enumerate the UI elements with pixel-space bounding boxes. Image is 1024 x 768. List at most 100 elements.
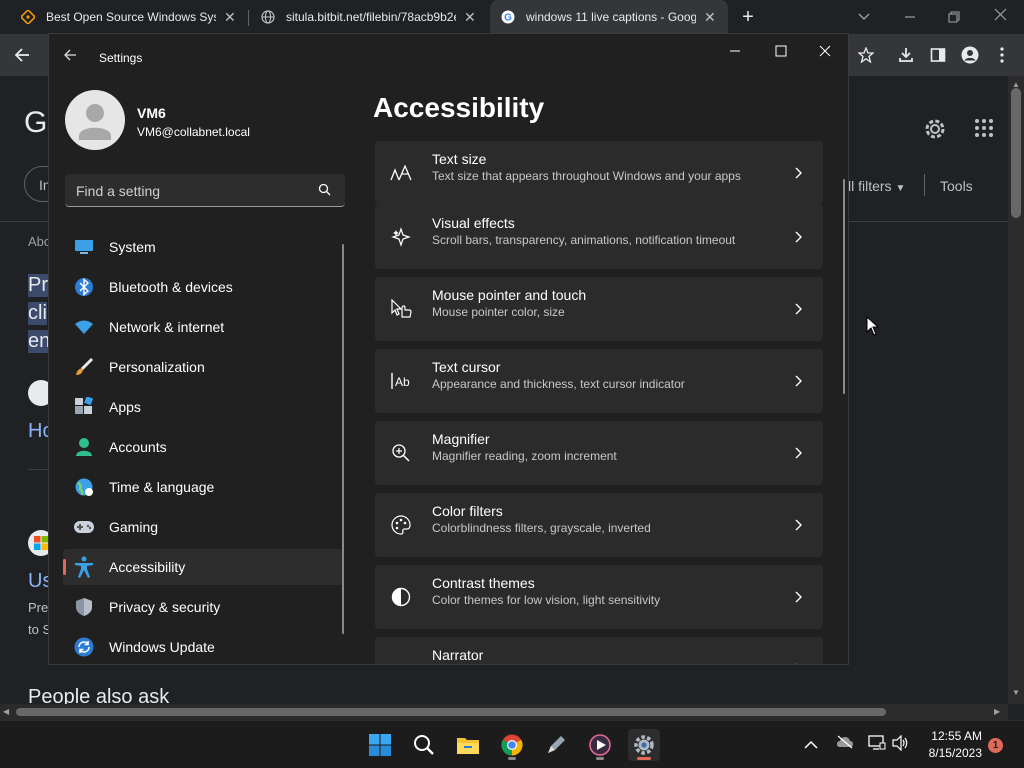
nav-item-time-language[interactable]: Time & language — [63, 469, 343, 505]
chevron-down-icon[interactable] — [850, 3, 878, 31]
tab-close-icon[interactable]: ✕ — [224, 9, 236, 26]
tools-button[interactable]: Tools — [940, 178, 973, 194]
pen-app-button[interactable] — [540, 729, 572, 761]
nav-label: Personalization — [109, 359, 205, 375]
nav-scrollbar[interactable] — [342, 244, 344, 634]
scroll-left-arrow-icon[interactable]: ◀ — [3, 707, 9, 716]
nav-item-gaming[interactable]: Gaming — [63, 509, 343, 545]
scrollbar-thumb[interactable] — [16, 708, 886, 716]
nav-label: Bluetooth & devices — [109, 279, 233, 295]
nav-item-system[interactable]: System — [63, 229, 343, 265]
card-title: Magnifier — [432, 431, 490, 447]
tab-title: windows 11 live captions - Goog — [526, 10, 696, 24]
settings-taskbar-button[interactable] — [628, 729, 660, 761]
setting-card-text-cursor[interactable]: Ab Text cursor Appearance and thickness,… — [375, 349, 823, 413]
text-size-icon — [389, 161, 413, 185]
tab-close-icon[interactable]: ✕ — [704, 9, 716, 26]
notification-badge[interactable]: 1 — [988, 738, 1003, 753]
setting-card-text-size[interactable]: Text size Text size that appears through… — [375, 141, 823, 205]
setting-card-contrast-themes[interactable]: Contrast themes Color themes for low vis… — [375, 565, 823, 629]
shield-icon — [73, 596, 95, 618]
browser-tab-active[interactable]: G windows 11 live captions - Goog ✕ — [490, 0, 728, 34]
search-icon[interactable] — [318, 183, 331, 201]
download-icon[interactable] — [892, 41, 920, 69]
search-taskbar-button[interactable] — [408, 729, 440, 761]
close-icon[interactable] — [986, 0, 1014, 28]
setting-card-visual-effects[interactable]: Visual effects Scroll bars, transparency… — [375, 205, 823, 269]
nav-item-windows-update[interactable]: Windows Update — [63, 629, 343, 664]
page-horizontal-scrollbar[interactable]: ◀ ▶ — [0, 704, 1008, 720]
search-input[interactable]: Find a setting — [65, 174, 345, 207]
side-panel-icon[interactable] — [924, 41, 952, 69]
chevron-up-icon[interactable] — [804, 737, 818, 755]
tab-title: Best Open Source Windows Syste — [46, 10, 216, 24]
user-name: VM6 — [137, 105, 166, 121]
window-title: Settings — [99, 51, 143, 65]
settings-gear-icon[interactable] — [922, 116, 952, 146]
snippet-line: Pre — [28, 600, 49, 615]
scroll-down-arrow-icon[interactable]: ▼ — [1012, 688, 1020, 697]
media-player-button[interactable] — [584, 729, 616, 761]
new-tab-button[interactable]: + — [734, 3, 762, 31]
setting-card-narrator[interactable]: Narrator — [375, 637, 823, 664]
content-scrollbar[interactable] — [843, 179, 845, 394]
card-title: Color filters — [432, 503, 503, 519]
cloud-offline-icon[interactable] — [836, 735, 854, 754]
nav-item-bluetooth[interactable]: Bluetooth & devices — [63, 269, 343, 305]
avatar[interactable] — [65, 90, 125, 150]
contrast-icon — [389, 585, 413, 609]
nav-item-accounts[interactable]: Accounts — [63, 429, 343, 465]
globe-clock-icon — [73, 476, 95, 498]
card-title: Contrast themes — [432, 575, 535, 591]
search-placeholder: Find a setting — [76, 183, 161, 199]
clock-date[interactable]: 8/15/2023 — [922, 746, 982, 760]
apps-grid-icon[interactable] — [974, 118, 994, 138]
profile-icon[interactable] — [956, 41, 984, 69]
maximize-icon[interactable] — [775, 44, 795, 64]
nav-item-personalization[interactable]: Personalization — [63, 349, 343, 385]
minimize-icon[interactable] — [896, 3, 924, 31]
star-icon[interactable] — [852, 41, 880, 69]
user-email: VM6@collabnet.local — [137, 125, 250, 139]
scroll-right-arrow-icon[interactable]: ▶ — [994, 707, 1000, 716]
browser-tab[interactable]: Best Open Source Windows Syste ✕ — [10, 0, 248, 34]
system-icon — [73, 236, 95, 258]
setting-card-mouse-pointer[interactable]: Mouse pointer and touch Mouse pointer co… — [375, 277, 823, 341]
chevron-right-icon — [795, 447, 802, 459]
gamepad-icon — [73, 516, 95, 538]
more-vertical-icon[interactable] — [988, 41, 1016, 69]
start-button[interactable] — [364, 729, 396, 761]
close-icon[interactable] — [819, 44, 839, 64]
card-subtitle: Color themes for low vision, light sensi… — [432, 593, 661, 607]
all-filters-button[interactable]: ll filters ▼ — [848, 178, 905, 194]
nav-item-privacy-security[interactable]: Privacy & security — [63, 589, 343, 625]
minimize-icon[interactable] — [729, 44, 749, 64]
browser-tab[interactable]: situla.bitbit.net/filebin/78acb9b2e ✕ — [250, 0, 488, 34]
card-title: Mouse pointer and touch — [432, 287, 587, 303]
nav-item-accessibility[interactable]: Accessibility — [63, 549, 343, 585]
chrome-button[interactable] — [496, 729, 528, 761]
palette-icon — [389, 513, 413, 537]
network-icon — [73, 316, 95, 338]
chevron-right-icon — [796, 663, 797, 664]
magnifier-icon — [389, 441, 413, 465]
chevron-right-icon — [795, 375, 802, 387]
nav-item-network[interactable]: Network & internet — [63, 309, 343, 345]
setting-card-magnifier[interactable]: Magnifier Magnifier reading, zoom increm… — [375, 421, 823, 485]
setting-card-color-filters[interactable]: Color filters Colorblindness filters, gr… — [375, 493, 823, 557]
nav-label: Gaming — [109, 519, 159, 535]
file-explorer-button[interactable] — [452, 729, 484, 761]
scrollbar-thumb[interactable] — [1011, 88, 1021, 218]
volume-icon[interactable] — [892, 734, 910, 756]
nav-item-apps[interactable]: Apps — [63, 389, 343, 425]
restore-icon[interactable] — [940, 3, 968, 31]
clock-time[interactable]: 12:55 AM — [926, 729, 982, 743]
settings-window: Settings VM6 VM6@collabnet.local Find a … — [48, 33, 849, 665]
page-vertical-scrollbar[interactable]: ▲ ▼ — [1008, 76, 1024, 704]
tab-close-icon[interactable]: ✕ — [464, 9, 476, 26]
chevron-right-icon — [795, 303, 802, 315]
back-arrow-icon[interactable] — [8, 41, 36, 69]
back-arrow-icon[interactable] — [63, 48, 83, 68]
network-monitor-icon[interactable] — [868, 735, 886, 756]
nav-label: Windows Update — [109, 639, 215, 655]
